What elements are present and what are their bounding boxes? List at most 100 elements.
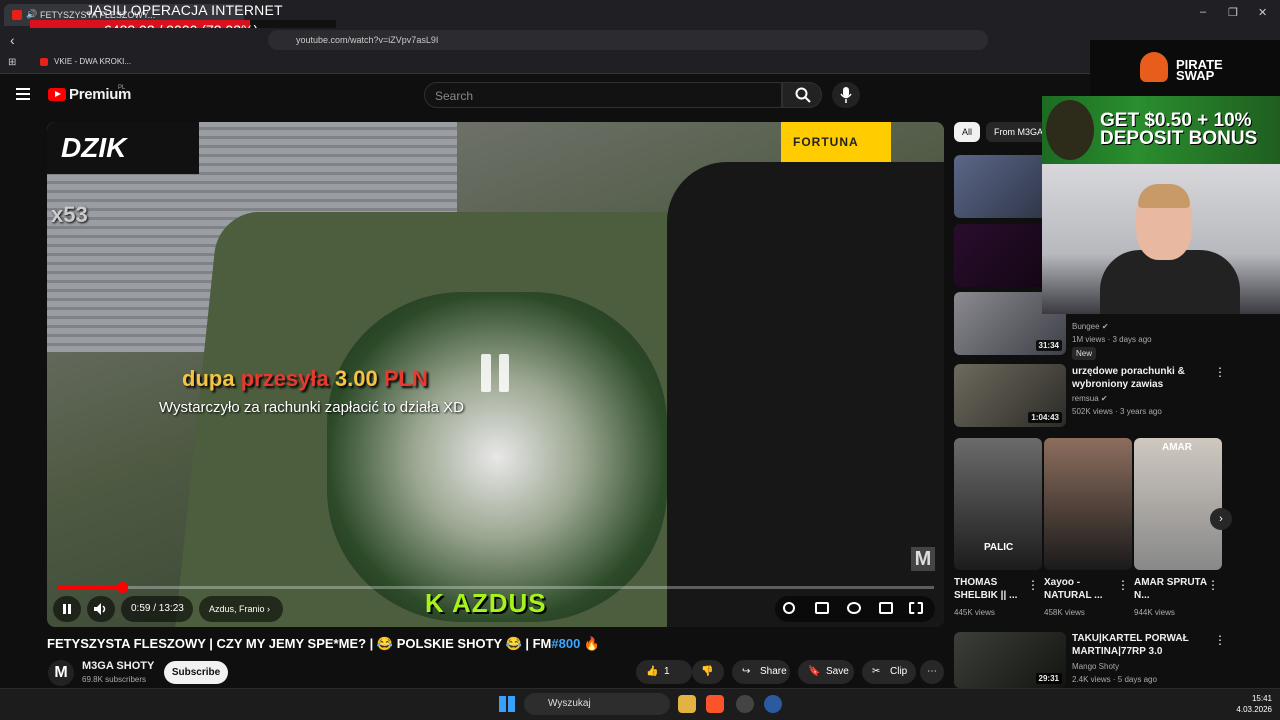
- video-hashtag[interactable]: #800: [551, 636, 580, 651]
- rec-channel[interactable]: Mango Shoty: [1072, 660, 1212, 673]
- dislike-button[interactable]: 👎: [692, 660, 724, 684]
- system-clock[interactable]: 15:41 4.03.2026: [1234, 693, 1272, 715]
- rec-thumbnail[interactable]: 1:04:43: [954, 364, 1066, 427]
- video-caption: K AZDUS: [425, 588, 547, 618]
- rec-menu-icon[interactable]: ⋮: [1214, 365, 1226, 379]
- short-title[interactable]: THOMAS SHELBIK || ...: [954, 576, 1028, 602]
- taskbar-search[interactable]: Wyszukaj: [524, 693, 670, 715]
- rec-channel: Bungee ✔: [1072, 322, 1109, 331]
- file-explorer-icon[interactable]: [678, 695, 696, 713]
- video-progress-fill: [57, 586, 122, 589]
- rec-meta: 502K views · 3 years ago: [1072, 407, 1162, 416]
- menu-hamburger-icon[interactable]: [16, 88, 30, 100]
- autoplay-toggle-icon[interactable]: [783, 602, 795, 614]
- short-menu-icon[interactable]: ⋮: [1207, 578, 1219, 592]
- close-window-button[interactable]: ✕: [1258, 6, 1267, 19]
- short-title[interactable]: Xayoo - NATURAL ...: [1044, 576, 1118, 602]
- chapter-title: Azdus, Franio: [209, 604, 265, 614]
- share-arrow-icon: ↪: [742, 666, 751, 677]
- pause-overlay-icon[interactable]: [481, 354, 511, 392]
- dzik-logo: DZIK: [47, 122, 199, 174]
- clip-label: Clip: [890, 666, 908, 677]
- voice-search-button[interactable]: [832, 82, 860, 108]
- chapter-button[interactable]: Azdus, Franio ›: [199, 596, 283, 622]
- settings-gear-icon[interactable]: [847, 602, 861, 614]
- short-views: 458K views: [1044, 608, 1085, 617]
- short-title[interactable]: AMAR SPRUTA N...: [1134, 576, 1208, 602]
- obs-icon[interactable]: [764, 695, 782, 713]
- fortuna-logo: FORTUNA: [781, 122, 891, 162]
- rec-thumbnail[interactable]: 29:31: [954, 632, 1066, 688]
- rec-menu-icon[interactable]: ⋮: [1214, 633, 1226, 647]
- short-thumbnail[interactable]: PALIC: [954, 438, 1042, 570]
- shorts-next-button[interactable]: ›: [1210, 508, 1232, 530]
- webcam-person-hair: [1138, 184, 1190, 208]
- more-actions-button[interactable]: ⋯: [920, 660, 944, 684]
- short-menu-icon[interactable]: ⋮: [1027, 578, 1039, 592]
- scissors-icon: ✂: [872, 666, 881, 677]
- clock-date: 4.03.2026: [1236, 705, 1272, 714]
- rec-channel-name[interactable]: Bungee: [1072, 322, 1100, 331]
- stream-overlay-title: JASIU OPERACJA INTERNET: [86, 2, 283, 18]
- bonus-line2: DEPOSIT BONUS: [1100, 128, 1258, 149]
- bookmark-item[interactable]: VKIE - DWA KROKI...: [40, 57, 131, 66]
- region-label: PL: [118, 85, 126, 91]
- share-label: Share: [760, 666, 787, 677]
- donation-amount: 3.00: [334, 366, 378, 391]
- channel-name[interactable]: M3GA SHOTY: [82, 660, 154, 672]
- volume-icon: [94, 603, 106, 615]
- donation-currency: PLN: [383, 366, 428, 391]
- maximize-button[interactable]: ❐: [1228, 6, 1238, 19]
- search-icon: [795, 87, 811, 103]
- address-bar[interactable]: youtube.com/watch?v=iZVpv7asL9I: [268, 30, 988, 50]
- speaker-icon: 🔊: [26, 9, 38, 19]
- video-title-text: FETYSZYSTA FLESZOWY | CZY MY JEMY SPE*ME…: [47, 636, 552, 651]
- miniplayer-icon[interactable]: [879, 602, 893, 614]
- video-progress-bar[interactable]: [57, 582, 934, 593]
- subtitles-icon[interactable]: [815, 602, 829, 614]
- search-button[interactable]: [782, 82, 822, 108]
- chip-all[interactable]: All: [954, 122, 981, 142]
- short-thumbnail[interactable]: AMAR: [1134, 438, 1222, 570]
- windows-start-icon[interactable]: [499, 696, 515, 712]
- rec-title[interactable]: urzędowe porachunki & wybroniony zawias: [1072, 365, 1212, 391]
- fullscreen-icon[interactable]: [909, 602, 923, 614]
- short-menu-icon[interactable]: ⋮: [1117, 578, 1129, 592]
- rec-title[interactable]: TAKU|KARTEL PORWAŁ MARTINA|77RP 3.0: [1072, 632, 1212, 658]
- rec-channel-name[interactable]: remsua: [1072, 394, 1099, 403]
- pirate-logo-icon: [1140, 52, 1168, 82]
- video-duration: 1:04:43: [1028, 412, 1062, 423]
- minimize-button[interactable]: –: [1200, 6, 1206, 18]
- share-button[interactable]: ↪ Share: [732, 660, 790, 684]
- like-button[interactable]: 👍 1: [636, 660, 692, 684]
- video-player[interactable]: DZIK FORTUNA x53 dupa przesyła 3.00 PLN …: [47, 122, 944, 627]
- channel-avatar[interactable]: M: [48, 660, 74, 686]
- donation-alert: dupa przesyła 3.00 PLN: [182, 366, 428, 392]
- thumbs-down-icon: 👎: [701, 666, 714, 677]
- subscriber-count: 69.8K subscribers: [82, 675, 147, 684]
- pirateswap-logo: PIRATE SWAP: [1176, 58, 1223, 82]
- clip-button[interactable]: ✂ Clip: [862, 660, 916, 684]
- donation-action: przesyła: [240, 366, 329, 391]
- channel-watermark[interactable]: M: [911, 547, 935, 571]
- search-input[interactable]: Search: [424, 82, 782, 108]
- pause-button[interactable]: [53, 596, 81, 622]
- donation-message: Wystarczyło za rachunki zapłacić to dzia…: [159, 399, 464, 416]
- app-icon[interactable]: [736, 695, 754, 713]
- video-scrubber-handle[interactable]: [116, 582, 128, 593]
- video-scene-person: [667, 162, 944, 627]
- player-right-controls: [775, 596, 935, 622]
- short-thumbnail[interactable]: [1044, 438, 1132, 570]
- youtube-logo-icon[interactable]: [48, 88, 66, 101]
- video-title-emoji: 🔥: [580, 636, 601, 651]
- microphone-icon: [840, 87, 852, 103]
- back-arrow-icon[interactable]: ‹: [10, 32, 15, 48]
- subscribe-button[interactable]: Subscribe: [164, 661, 228, 684]
- save-label: Save: [826, 666, 849, 677]
- volume-button[interactable]: [87, 596, 115, 622]
- brave-browser-icon[interactable]: [706, 695, 724, 713]
- video-scene-bottles: [327, 292, 667, 622]
- short-overlay-text: PALIC: [984, 542, 1014, 553]
- apps-grid-icon[interactable]: ⊞: [8, 57, 16, 68]
- save-button[interactable]: 🔖 Save: [798, 660, 854, 684]
